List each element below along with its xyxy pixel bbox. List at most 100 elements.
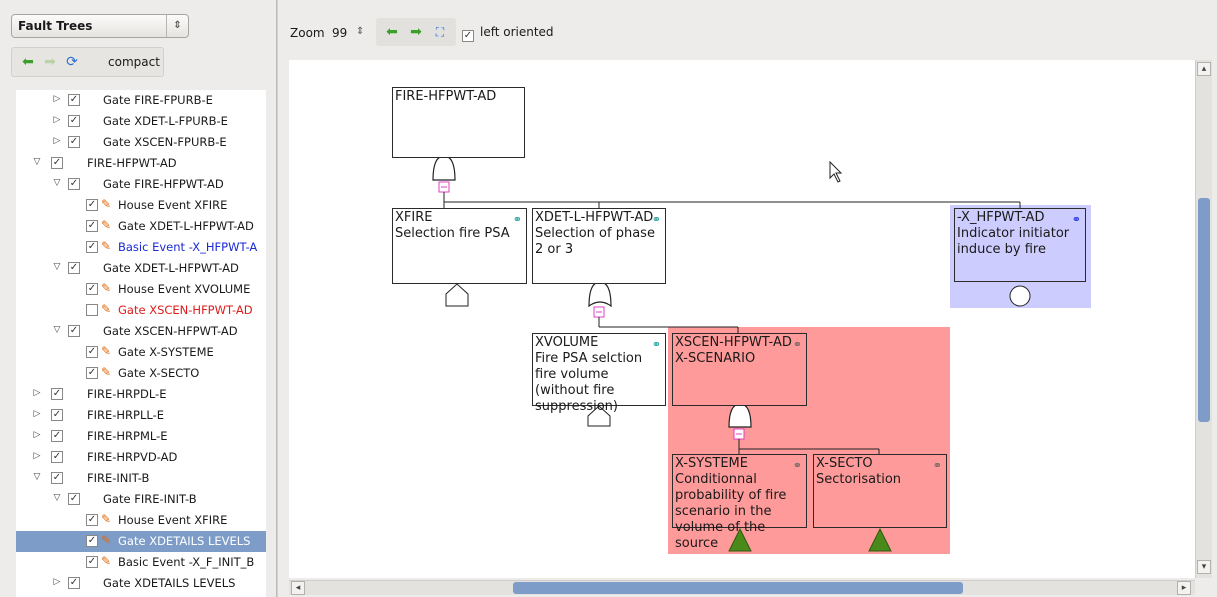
tree-item[interactable]: ▷ ✓ Gate XDETAILS LEVELS xyxy=(16,573,266,594)
tree-item[interactable]: ✓ ✎ Gate X-SECTO xyxy=(16,363,266,384)
checkbox[interactable]: ✓ xyxy=(86,367,98,379)
view-select-dropdown[interactable]: Fault Trees ⇕ xyxy=(11,14,189,38)
tree-item[interactable]: ✓ ✎ House Event XFIRE xyxy=(16,510,266,531)
scroll-thumb[interactable] xyxy=(1198,198,1210,422)
node-fire-hfpwt-ad[interactable]: FIRE-HFPWT-AD xyxy=(392,87,525,158)
checkbox[interactable]: ✓ xyxy=(86,199,98,211)
node-x-hfpwt-ad[interactable]: ⚭ -X_HFPWT-AD Indicator initiator induce… xyxy=(954,208,1086,282)
checkbox[interactable]: ✓ xyxy=(86,346,98,358)
node-xdet-l-hfpwt-ad[interactable]: ⚭ XDET-L-HFPWT-AD Selection of phase 2 o… xyxy=(532,208,666,284)
tree-item[interactable]: ✓ ✎ Gate X-SYSTEME xyxy=(16,342,266,363)
checkbox[interactable]: ✓ xyxy=(51,409,63,421)
node-desc: X-SCENARIO xyxy=(675,351,756,366)
expand-arrow-icon[interactable]: ▷ xyxy=(32,430,42,440)
checkbox[interactable]: ✓ xyxy=(68,136,80,148)
fit-view-icon[interactable]: ⛶ xyxy=(432,24,448,40)
expand-arrow-icon[interactable]: ▷ xyxy=(52,136,62,146)
expand-arrow-icon[interactable]: ▷ xyxy=(32,451,42,461)
expand-arrow-icon[interactable]: ▷ xyxy=(32,388,42,398)
checkbox[interactable]: ✓ xyxy=(86,514,98,526)
tree-item[interactable]: ✓ ✎ House Event XFIRE xyxy=(16,195,266,216)
scroll-thumb[interactable] xyxy=(513,582,963,594)
back-arrow-icon[interactable]: ⬅ xyxy=(20,54,36,70)
tree-item[interactable]: ✓ ✎ Basic Event -X_F_INIT_B xyxy=(16,552,266,573)
node-xfire[interactable]: ⚭ XFIRE Selection fire PSA xyxy=(392,208,527,284)
forward-arrow-icon[interactable]: ➡ xyxy=(42,54,58,70)
node-x-secto[interactable]: ⚭ X-SECTO Sectorisation xyxy=(813,454,947,528)
tree-item-selected[interactable]: ✓ ✎ Gate XDETAILS LEVELS xyxy=(16,531,266,552)
fault-tree-canvas[interactable]: FIRE-HFPWT-AD ⚭ XFIRE Selection fire PSA… xyxy=(289,60,1195,578)
horizontal-scrollbar[interactable]: ◂ ▸ xyxy=(289,580,1195,595)
diagram-toolbar: Zoom 99 ⇕ ⬅ ➡ ⛶ ✓ left oriented xyxy=(286,18,886,48)
compact-button[interactable]: compact xyxy=(108,55,160,69)
tree-item[interactable]: ▷ ✓ Gate XSCEN-FPURB-E xyxy=(16,132,266,153)
tree-item[interactable]: ✓ ✎ House Event XVOLUME xyxy=(16,279,266,300)
checkbox[interactable]: ✓ xyxy=(68,115,80,127)
checkbox[interactable]: ✓ xyxy=(86,283,98,295)
scroll-down-icon[interactable]: ▾ xyxy=(1197,560,1211,574)
scroll-right-icon[interactable]: ▸ xyxy=(1177,581,1191,595)
collapse-arrow-icon[interactable]: ▽ xyxy=(52,178,62,188)
fault-tree-view[interactable]: ▷ ✓ Gate FIRE-FPURB-E ▷ ✓ Gate XDET-L-FP… xyxy=(16,90,266,597)
tree-item[interactable]: ✓ ✎ Basic Event -X_HFPWT-A xyxy=(16,237,266,258)
checkbox[interactable]: ✓ xyxy=(86,556,98,568)
checkbox[interactable]: ✓ xyxy=(51,157,63,169)
tree-item[interactable]: ▽ ✓ Gate XDET-L-HFPWT-AD xyxy=(16,258,266,279)
checkbox[interactable]: ✓ xyxy=(462,30,474,42)
tree-item[interactable]: ▽ ✓ Gate FIRE-HFPWT-AD xyxy=(16,174,266,195)
tree-item[interactable]: ✎ Gate XSCEN-HFPWT-AD xyxy=(16,300,266,321)
tree-item[interactable]: ▽ ✓ Gate XSCEN-HFPWT-AD xyxy=(16,321,266,342)
collapse-arrow-icon[interactable]: ▽ xyxy=(52,493,62,503)
tree-item[interactable]: ▽ ✓ Gate FIRE-INIT-B xyxy=(16,489,266,510)
node-xvolume[interactable]: ⚭ XVOLUME Fire PSA selction fire volume … xyxy=(532,333,666,414)
node-x-systeme[interactable]: ⚭ X-SYSTEME Conditionnal probability of … xyxy=(672,454,807,551)
tree-item[interactable]: ▷ ✓ FIRE-HRPVD-AD xyxy=(16,447,266,468)
forward-arrow-icon[interactable]: ➡ xyxy=(408,24,424,40)
checkbox[interactable]: ✓ xyxy=(68,325,80,337)
scroll-up-icon[interactable]: ▴ xyxy=(1197,62,1211,76)
checkbox[interactable]: ✓ xyxy=(68,178,80,190)
tree-item-label: House Event XVOLUME xyxy=(118,282,251,296)
collapse-arrow-icon[interactable]: ▽ xyxy=(32,472,42,482)
checkbox[interactable]: ✓ xyxy=(86,241,98,253)
tree-item[interactable]: ▽ ✓ FIRE-HFPWT-AD xyxy=(16,153,266,174)
checkbox[interactable]: ✓ xyxy=(68,94,80,106)
checkbox[interactable]: ✓ xyxy=(86,535,98,547)
tree-item-label: Gate FIRE-FPURB-E xyxy=(103,93,213,107)
tree-item[interactable]: ▷ ✓ FIRE-HRPDL-E xyxy=(16,384,266,405)
checkbox[interactable]: ✓ xyxy=(51,430,63,442)
collapse-arrow-icon[interactable]: ▽ xyxy=(52,325,62,335)
checkbox[interactable]: ✓ xyxy=(86,220,98,232)
expand-arrow-icon[interactable]: ▷ xyxy=(52,577,62,587)
zoom-spinner-icon[interactable]: ⇕ xyxy=(356,26,364,37)
left-oriented-toggle[interactable]: ✓ left oriented xyxy=(462,25,554,42)
pencil-icon: ✎ xyxy=(101,344,112,358)
collapse-arrow-icon[interactable]: ▽ xyxy=(32,157,42,167)
refresh-icon[interactable]: ⟳ xyxy=(64,54,80,70)
checkbox[interactable]: ✓ xyxy=(51,472,63,484)
collapse-arrow-icon[interactable]: ▽ xyxy=(52,262,62,272)
tree-item[interactable]: ▷ ✓ FIRE-HRPML-E xyxy=(16,426,266,447)
panel-splitter[interactable] xyxy=(276,0,278,597)
expand-arrow-icon[interactable]: ▷ xyxy=(52,94,62,104)
checkbox[interactable] xyxy=(86,304,98,316)
tree-item[interactable]: ▷ ✓ Gate FIRE-FPURB-E xyxy=(16,90,266,111)
checkbox[interactable]: ✓ xyxy=(51,451,63,463)
tree-item[interactable]: ▷ ✓ Gate XDET-L-FPURB-E xyxy=(16,111,266,132)
node-xscen-hfpwt-ad[interactable]: ⚭ XSCEN-HFPWT-AD X-SCENARIO xyxy=(672,333,807,406)
tree-item[interactable]: ✓ ✎ Gate XDET-L-HFPWT-AD xyxy=(16,216,266,237)
zoom-input[interactable]: 99 xyxy=(332,26,347,40)
expand-arrow-icon[interactable]: ▷ xyxy=(52,115,62,125)
checkbox[interactable]: ✓ xyxy=(51,388,63,400)
tree-item-label: Gate XSCEN-HFPWT-AD xyxy=(118,303,253,317)
checkbox[interactable]: ✓ xyxy=(68,577,80,589)
tree-item[interactable]: ▽ ✓ FIRE-INIT-B xyxy=(16,468,266,489)
tree-item[interactable]: ▷ ✓ FIRE-HRPLL-E xyxy=(16,405,266,426)
expand-arrow-icon[interactable]: ▷ xyxy=(32,409,42,419)
scroll-left-icon[interactable]: ◂ xyxy=(291,581,305,595)
pencil-icon: ✎ xyxy=(101,239,112,253)
checkbox[interactable]: ✓ xyxy=(68,262,80,274)
back-arrow-icon[interactable]: ⬅ xyxy=(384,24,400,40)
checkbox[interactable]: ✓ xyxy=(68,493,80,505)
vertical-scrollbar[interactable]: ▴ ▾ xyxy=(1195,60,1212,578)
